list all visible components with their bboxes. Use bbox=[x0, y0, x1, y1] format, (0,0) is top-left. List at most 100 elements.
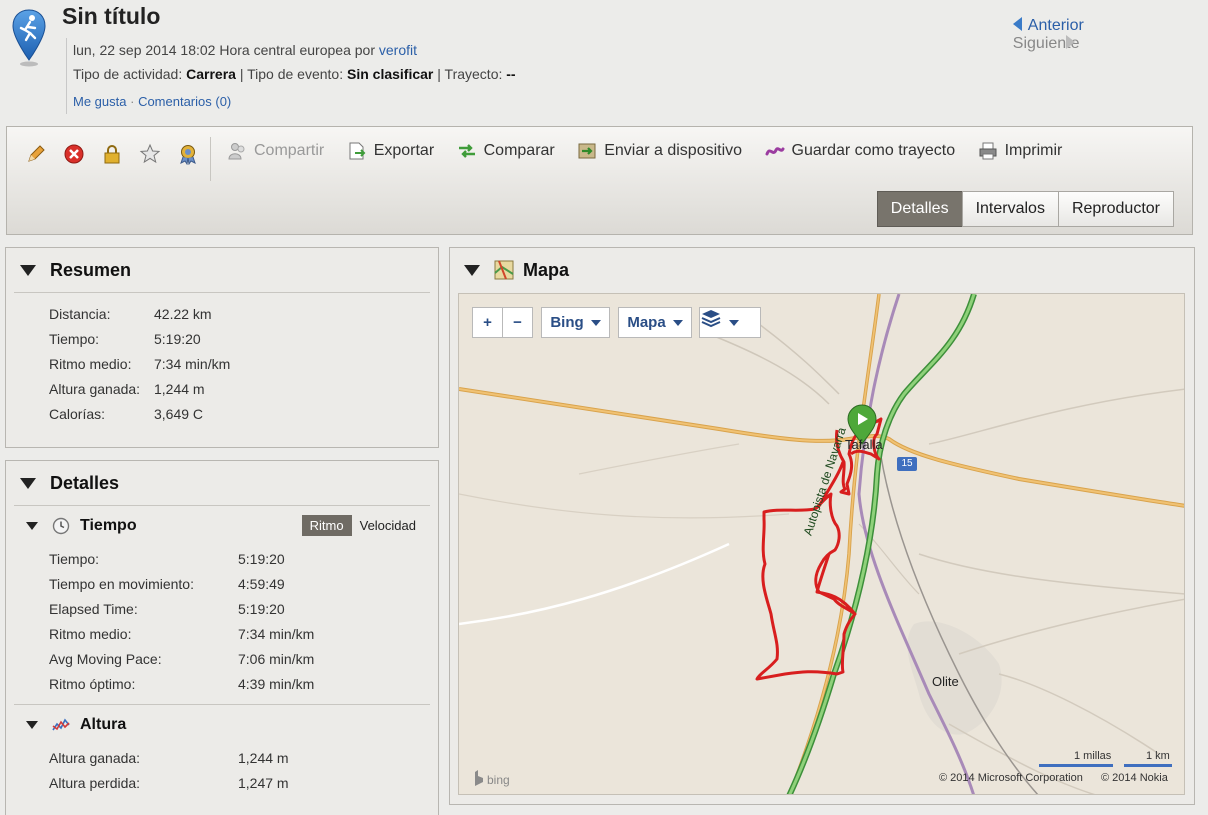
badge-icon[interactable] bbox=[177, 143, 199, 165]
print-label: Imprimir bbox=[1004, 142, 1063, 159]
copyright-microsoft: © 2014 Microsoft Corporation bbox=[939, 772, 1083, 784]
zoom-in-button[interactable]: + bbox=[472, 307, 503, 338]
stat-value: 1,244 m bbox=[238, 749, 289, 766]
stat-row: Altura perdida: 1,247 m bbox=[49, 770, 438, 795]
stat-row: Tiempo: 5:19:20 bbox=[49, 546, 438, 571]
previous-link[interactable]: Anterior bbox=[1012, 17, 1084, 34]
stat-row: Altura ganada: 1,244 m bbox=[49, 745, 438, 770]
stat-value: 4:39 min/km bbox=[238, 675, 315, 692]
chevron-down-icon bbox=[672, 319, 683, 326]
next-link[interactable]: Siguiente bbox=[1013, 35, 1080, 52]
zoom-out-button[interactable]: − bbox=[502, 307, 533, 338]
map-type-select[interactable]: Mapa bbox=[618, 307, 692, 338]
save-as-route-button[interactable]: Guardar como trayecto bbox=[765, 141, 955, 161]
road-badge: 15 bbox=[901, 458, 913, 469]
time-section-header[interactable]: Tiempo Ritmo Velocidad bbox=[6, 506, 438, 546]
tab-player[interactable]: Reproductor bbox=[1057, 191, 1174, 227]
time-stats: Tiempo: 5:19:20 Tiempo en movimiento: 4:59… bbox=[6, 546, 438, 704]
activity-type-label: Tipo de actividad: bbox=[73, 66, 183, 82]
summary-header[interactable]: Resumen bbox=[6, 248, 438, 292]
bing-logo: bing bbox=[487, 773, 510, 787]
stat-label: Altura perdida: bbox=[49, 774, 141, 791]
toolbar-separator bbox=[210, 137, 211, 181]
stat-value: 3,649 C bbox=[154, 405, 204, 422]
town-label-tafalla: Tafalla bbox=[845, 437, 883, 452]
details-header[interactable]: Detalles bbox=[6, 461, 438, 505]
activity-toolbar: Compartir Exportar Comparar Enviar a dis… bbox=[6, 126, 1193, 235]
star-icon[interactable] bbox=[139, 143, 161, 165]
running-activity-pin-icon bbox=[12, 9, 46, 67]
elevation-chart-icon bbox=[52, 718, 70, 731]
stat-label: Altura ganada: bbox=[49, 749, 141, 766]
stat-label: Ritmo óptimo: bbox=[49, 675, 136, 692]
arrow-left-icon bbox=[1012, 17, 1022, 31]
stat-label: Ritmo medio: bbox=[49, 625, 132, 642]
delete-icon[interactable] bbox=[63, 143, 85, 165]
lock-icon[interactable] bbox=[101, 143, 123, 165]
toggle-pace[interactable]: Ritmo bbox=[301, 515, 352, 536]
stat-row: Ritmo medio: 7:34 min/km bbox=[49, 351, 438, 376]
collapse-triangle-icon[interactable] bbox=[20, 477, 36, 489]
stat-value: 5:19:20 bbox=[238, 550, 285, 567]
collapse-triangle-icon[interactable] bbox=[20, 264, 36, 276]
compare-button[interactable]: Comparar bbox=[457, 141, 555, 161]
print-button[interactable]: Imprimir bbox=[978, 141, 1063, 161]
route-map[interactable]: Tafalla Olite Autopista de Navarra 15 + … bbox=[458, 293, 1185, 795]
toggle-speed[interactable]: Velocidad bbox=[352, 515, 424, 536]
elevation-section-header[interactable]: Altura bbox=[6, 705, 438, 745]
share-button[interactable]: Compartir bbox=[227, 141, 324, 161]
stat-value: 5:19:20 bbox=[154, 330, 201, 347]
user-link[interactable]: verofit bbox=[379, 42, 417, 58]
export-button[interactable]: Exportar bbox=[347, 141, 434, 161]
summary-title: Resumen bbox=[50, 259, 132, 280]
comments-link[interactable]: Comentarios (0) bbox=[138, 94, 231, 109]
map-header[interactable]: Mapa bbox=[450, 248, 1194, 292]
page-title: Sin título bbox=[62, 3, 161, 29]
tab-details[interactable]: Detalles bbox=[876, 191, 963, 227]
elevation-stats: Altura ganada: 1,244 m Altura perdida: 1,2… bbox=[6, 745, 438, 803]
layers-icon bbox=[701, 310, 721, 328]
stat-row: Ritmo óptimo: 4:39 min/km bbox=[49, 671, 438, 696]
tab-intervals[interactable]: Intervalos bbox=[961, 191, 1059, 227]
arrow-right-icon bbox=[1065, 35, 1075, 49]
time-section-title: Tiempo bbox=[80, 517, 137, 534]
clock-icon bbox=[52, 517, 70, 535]
details-title: Detalles bbox=[50, 472, 120, 493]
stat-label: Elapsed Time: bbox=[49, 600, 138, 617]
stat-label: Tiempo en movimiento: bbox=[49, 575, 194, 592]
stat-label: Altura ganada: bbox=[49, 380, 141, 397]
map-title: Mapa bbox=[523, 259, 570, 280]
route-value: -- bbox=[506, 66, 516, 82]
map-provider-label: Bing bbox=[550, 314, 584, 331]
like-link[interactable]: Me gusta bbox=[73, 94, 126, 109]
share-label: Compartir bbox=[254, 142, 325, 159]
stat-row: Elapsed Time: 5:19:20 bbox=[49, 596, 438, 621]
details-panel: Detalles Tiempo Ritmo Velocidad Tiempo: 5… bbox=[5, 460, 439, 815]
stat-value: 42.22 km bbox=[154, 305, 212, 322]
activity-type-value: Carrera bbox=[186, 66, 236, 82]
collapse-triangle-icon[interactable] bbox=[464, 264, 480, 276]
stat-row: Tiempo: 5:19:20 bbox=[49, 326, 438, 351]
toolbar-actions: Compartir Exportar Comparar Enviar a dis… bbox=[227, 141, 1080, 166]
stat-label: Tiempo: bbox=[49, 330, 100, 347]
stat-row: Tiempo en movimiento: 4:59:49 bbox=[49, 571, 438, 596]
previous-label: Anterior bbox=[1027, 17, 1084, 34]
map-type-label: Mapa bbox=[627, 314, 666, 331]
map-layers-select[interactable] bbox=[699, 307, 761, 338]
compare-icon bbox=[458, 144, 475, 158]
stat-row: Distancia: 42.22 km bbox=[49, 301, 438, 326]
send-to-device-button[interactable]: Enviar a dispositivo bbox=[577, 141, 742, 161]
activity-pagination: Anterior Siguiente bbox=[1012, 17, 1168, 53]
date-line: lun, 22 sep 2014 18:02 Hora central euro… bbox=[73, 42, 375, 58]
collapse-triangle-icon[interactable] bbox=[26, 721, 38, 729]
scale-miles: 1 millas bbox=[1074, 750, 1112, 762]
share-icon bbox=[228, 143, 245, 160]
map-provider-select[interactable]: Bing bbox=[541, 307, 610, 338]
pace-speed-toggle: Ritmo Velocidad bbox=[301, 515, 424, 536]
stat-value: 1,247 m bbox=[238, 774, 289, 791]
pencil-icon[interactable] bbox=[25, 143, 47, 165]
map-canvas bbox=[459, 294, 1184, 794]
send-to-device-icon bbox=[578, 143, 596, 159]
collapse-triangle-icon[interactable] bbox=[26, 522, 38, 530]
stat-label: Ritmo medio: bbox=[49, 355, 132, 372]
